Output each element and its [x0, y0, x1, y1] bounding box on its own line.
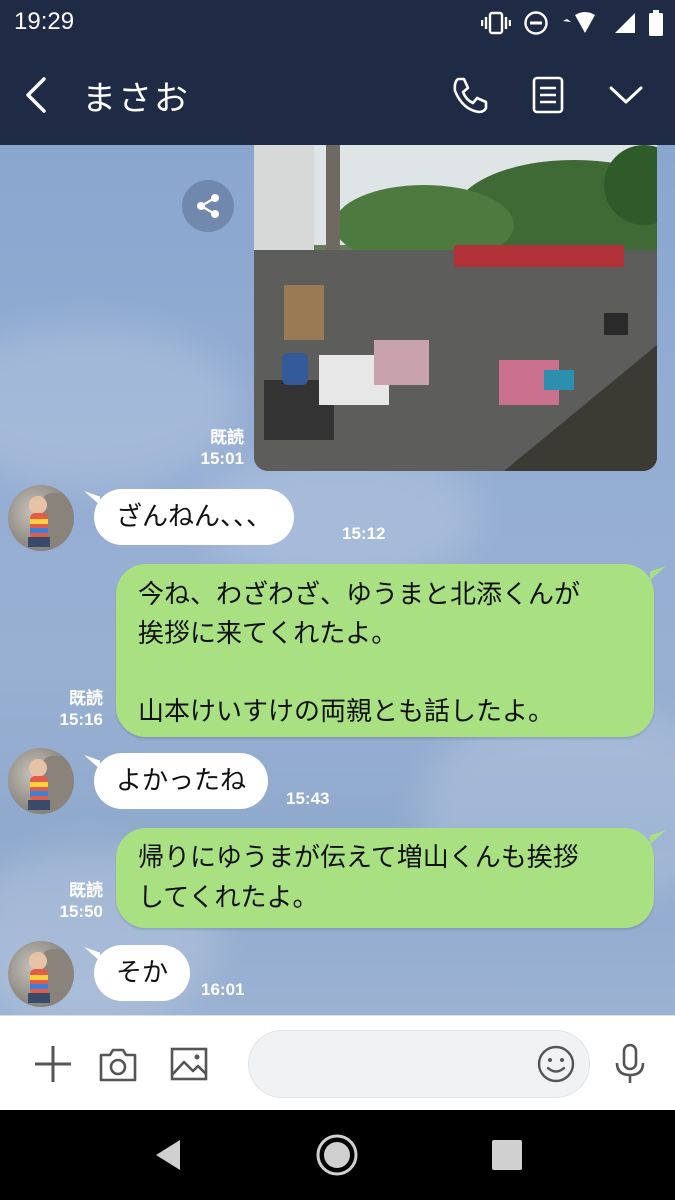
message-bubble-outgoing[interactable]: 今ね、わざわざ、ゆうまと北添くんが 挨拶に来てくれたよ。 山本けいすけの両親とも…: [116, 564, 654, 737]
status-icons: [481, 10, 663, 36]
avatar[interactable]: [8, 485, 74, 551]
camera-icon[interactable]: [96, 1042, 140, 1086]
photo-image: [254, 145, 657, 471]
read-label: 既読: [210, 428, 244, 447]
back-icon[interactable]: [18, 73, 58, 117]
message-time: 15:43: [286, 789, 330, 808]
share-icon: [197, 194, 219, 218]
nav-home-icon[interactable]: [314, 1132, 360, 1178]
nav-recents-icon[interactable]: [484, 1132, 530, 1178]
message-time: 15:50: [59, 902, 103, 921]
read-status: 既読 15:16: [60, 688, 103, 730]
status-bar: 19:29: [0, 0, 675, 45]
plus-icon[interactable]: [31, 1042, 75, 1086]
message-field[interactable]: [248, 1030, 590, 1098]
avatar[interactable]: [8, 748, 74, 814]
bubble-tail: [650, 566, 666, 580]
read-label: 既読: [69, 689, 103, 708]
status-time: 19:29: [14, 8, 75, 35]
message-bubble-outgoing[interactable]: 帰りにゆうまが伝えて増山くんも挨拶 してくれたよ。: [116, 828, 654, 928]
message-time: 15:12: [342, 524, 386, 543]
read-status: 既読 15:50: [60, 880, 103, 922]
chevron-down-icon[interactable]: [602, 71, 650, 119]
message-time: 15:16: [59, 710, 103, 729]
message-input-bar: [0, 1015, 675, 1110]
emoji-icon[interactable]: [535, 1043, 577, 1085]
nav-back-icon[interactable]: [146, 1132, 192, 1178]
message-bubble-incoming[interactable]: そか: [94, 945, 191, 1001]
avatar[interactable]: [8, 941, 74, 1007]
signal-icon: [615, 13, 635, 33]
contact-name[interactable]: まさお: [82, 71, 190, 120]
battery-icon: [649, 10, 663, 36]
phone-icon[interactable]: [446, 71, 494, 119]
notes-icon[interactable]: [524, 71, 572, 119]
microphone-icon[interactable]: [608, 1042, 652, 1086]
wifi-icon: [563, 12, 595, 33]
chat-header: まさお: [0, 45, 675, 145]
vibrate-icon: [481, 11, 511, 35]
chat-area[interactable]: 既読 15:01 ざんねん、、、 15:12 今ね、わざわざ、ゆうまと北添くんが…: [0, 145, 675, 1015]
read-label: 既読: [69, 881, 103, 900]
message-bubble-incoming[interactable]: ざんねん、、、: [94, 489, 295, 545]
photo-message[interactable]: [254, 145, 657, 471]
navigation-bar: [0, 1110, 675, 1200]
message-bubble-incoming[interactable]: よかったね: [94, 753, 269, 809]
message-time: 16:01: [201, 980, 245, 999]
message-input[interactable]: [269, 1049, 519, 1079]
gallery-icon[interactable]: [167, 1042, 211, 1086]
read-status: 既読 15:01: [201, 427, 244, 469]
message-time: 15:01: [200, 449, 244, 468]
do-not-disturb-icon: [524, 11, 548, 35]
share-button[interactable]: [182, 180, 234, 232]
